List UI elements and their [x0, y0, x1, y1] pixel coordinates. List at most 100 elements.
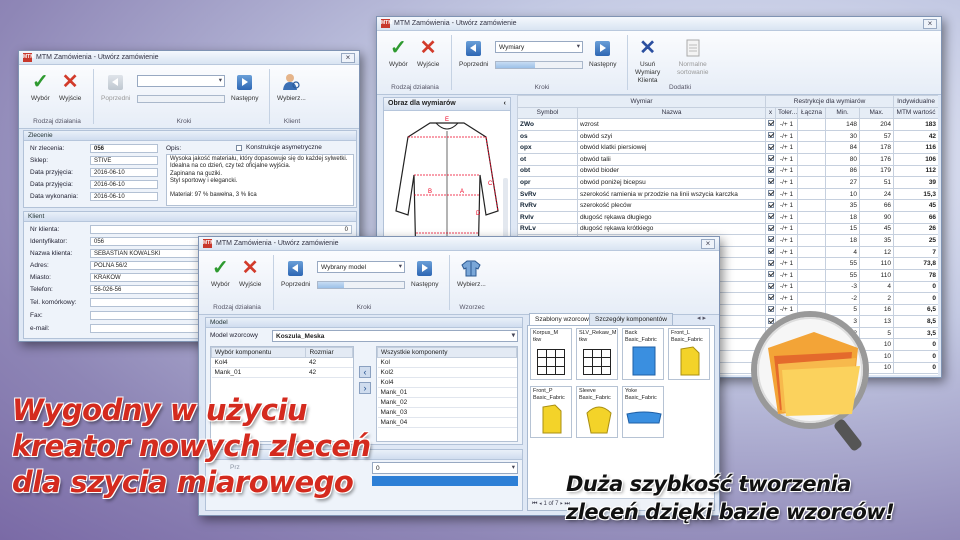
row-mtm-value[interactable]: 73,8 [893, 257, 938, 270]
next-button[interactable]: Następny [411, 257, 438, 289]
previous-button[interactable]: Poprzedni [101, 71, 130, 103]
list-item[interactable]: Mank_04 [377, 417, 517, 428]
col-total[interactable]: Łączna [797, 106, 826, 120]
row-checkbox[interactable] [765, 141, 776, 154]
list-item[interactable]: Mank_03 [377, 407, 517, 418]
col-name[interactable]: Nazwa [577, 106, 766, 120]
row-mtm-value[interactable]: 0 [893, 350, 938, 363]
step-select[interactable]: Wymiary [495, 41, 583, 53]
collapse-icon[interactable]: ‹ [504, 100, 506, 107]
table-row[interactable]: obt obwód bioder -/+ 1 86 179 112 [517, 164, 938, 178]
row-checkbox[interactable] [765, 118, 776, 131]
list-item[interactable]: Kol4 42 [211, 357, 353, 368]
col-component[interactable]: Wybór komponentu [210, 347, 307, 358]
row-mtm-value[interactable]: 183 [893, 118, 938, 131]
row-checkbox[interactable] [765, 129, 776, 143]
row-mtm-value[interactable]: 7 [893, 245, 938, 259]
row-checkbox[interactable] [765, 152, 776, 166]
list-item[interactable]: Mank_02 [377, 397, 517, 408]
table-row[interactable]: opx obwód klatki piersiowej -/+ 1 84 178 116 [517, 141, 938, 154]
col-min[interactable]: Min. [825, 106, 860, 120]
row-checkbox[interactable] [765, 268, 776, 282]
close-button[interactable]: × [923, 18, 937, 29]
list-item[interactable]: Mank_01 [377, 387, 517, 398]
tab-component-details[interactable]: Szczegóły komponentów [589, 313, 673, 325]
table-row[interactable]: RvLv długość rękawa krótkiego -/+ 1 15 45 26 [517, 222, 938, 236]
pattern-piece[interactable]: Front_P Basic_Fabric [530, 386, 572, 438]
pattern-piece[interactable]: SLV_Rekaw_M tkw [576, 328, 618, 380]
close-button[interactable]: × [701, 238, 715, 249]
table-row[interactable]: ZWo wzrost -/+ 1 148 204 183 [517, 118, 938, 131]
list-item[interactable]: Mank_01 42 [211, 367, 353, 378]
col-all-components[interactable]: Wszystkie komponenty [377, 347, 517, 358]
step-select[interactable] [137, 75, 225, 87]
shop-field[interactable]: STIVE [90, 156, 158, 165]
row-mtm-value[interactable]: 3,5 [893, 326, 938, 340]
move-left-button[interactable]: ‹ [359, 366, 371, 378]
previous-button[interactable]: Poprzedni [459, 37, 488, 69]
col-symbol[interactable]: Symbol [517, 106, 578, 120]
exit-button[interactable]: ✕ Wyjście [59, 71, 81, 103]
date-received2-field[interactable]: 2016-06-10 [90, 180, 158, 189]
lower-select[interactable]: 0 [372, 462, 518, 474]
step-select[interactable]: Wybrany model [317, 261, 405, 273]
list-item[interactable]: Kol2 [377, 367, 517, 378]
row-checkbox[interactable] [765, 234, 776, 247]
row-mtm-value[interactable]: 0 [893, 338, 938, 352]
row-checkbox[interactable] [765, 164, 776, 178]
row-mtm-value[interactable]: 8,5 [893, 315, 938, 328]
row-mtm-value[interactable]: 25 [893, 234, 938, 247]
exit-button[interactable]: ✕ Wyjście [417, 37, 439, 69]
table-row[interactable]: SvRv szerokość ramienia w przodzie na lin… [517, 187, 938, 201]
row-checkbox[interactable] [765, 187, 776, 201]
select-button[interactable]: ✓ Wybór [31, 71, 50, 103]
row-mtm-value[interactable]: 66 [893, 210, 938, 224]
col-max[interactable]: Max. [858, 106, 895, 120]
row-mtm-value[interactable]: 112 [893, 164, 938, 178]
list-item[interactable]: Kol4 [377, 377, 517, 388]
choose-client-button[interactable]: Wybierz... [277, 71, 306, 103]
col-size[interactable]: Rozmiar [305, 347, 353, 358]
row-checkbox[interactable] [765, 280, 776, 294]
table-row[interactable]: opr obwód poniżej bicepsu -/+ 1 27 51 39 [517, 176, 938, 189]
pattern-piece[interactable]: Front_L Basic_Fabric [668, 328, 710, 380]
previous-button[interactable]: Poprzedni [281, 257, 310, 289]
select-button[interactable]: ✓ Wybór [211, 257, 230, 289]
row-mtm-value[interactable]: 26 [893, 222, 938, 236]
pattern-piece[interactable]: Korpus_M tkw [530, 328, 572, 380]
pattern-piece[interactable]: Yoke Basic_Fabric [622, 386, 664, 438]
next-button[interactable]: Następny [231, 71, 258, 103]
pattern-piece[interactable]: Back Basic_Fabric [622, 328, 664, 380]
row-checkbox[interactable] [765, 176, 776, 189]
asymmetric-checkbox[interactable] [236, 145, 242, 151]
col-tolerance[interactable]: Toler... [775, 106, 798, 120]
table-row[interactable]: RvRv szerokość pleców -/+ 1 35 66 45 [517, 199, 938, 212]
normal-sort-button[interactable]: Normalne sortowanie [677, 37, 708, 77]
row-mtm-value[interactable]: 15,3 [893, 187, 938, 201]
date-done-field[interactable]: 2016-06-10 [90, 192, 158, 201]
row-mtm-value[interactable]: 45 [893, 199, 938, 212]
row-mtm-value[interactable]: 78 [893, 268, 938, 282]
row-checkbox[interactable] [765, 199, 776, 212]
tab-scroll-icon[interactable]: ◂ ▸ [697, 314, 706, 322]
choose-pattern-button[interactable]: Wybierz... [457, 257, 486, 289]
table-row[interactable]: ot obwód talii -/+ 1 80 176 106 [517, 152, 938, 166]
row-mtm-value[interactable]: 42 [893, 129, 938, 143]
row-checkbox[interactable] [765, 292, 776, 305]
date-received-field[interactable]: 2016-06-10 [90, 168, 158, 177]
table-row[interactable]: Rvlv długość rękawa długiego -/+ 1 18 90 66 [517, 210, 938, 224]
row-mtm-value[interactable]: 39 [893, 176, 938, 189]
order-number-field[interactable]: 056 [90, 144, 158, 153]
row-mtm-value[interactable]: 106 [893, 152, 938, 166]
pager-first-icon[interactable]: ⏮ ◂ [532, 501, 543, 507]
row-checkbox[interactable] [765, 210, 776, 224]
selected-row-highlight[interactable] [372, 476, 518, 486]
row-checkbox[interactable] [765, 222, 776, 236]
pattern-piece[interactable]: Sleeve Basic_Fabric [576, 386, 618, 438]
row-mtm-value[interactable]: 0 [893, 280, 938, 294]
table-row[interactable]: os obwód szyi -/+ 1 30 57 42 [517, 129, 938, 143]
row-checkbox[interactable] [765, 245, 776, 259]
row-mtm-value[interactable]: 0 [893, 292, 938, 305]
col-mtm[interactable]: MTM wartość [893, 106, 938, 120]
description-field[interactable]: Wysoka jakość materiału, który dopasowuj… [166, 154, 354, 206]
